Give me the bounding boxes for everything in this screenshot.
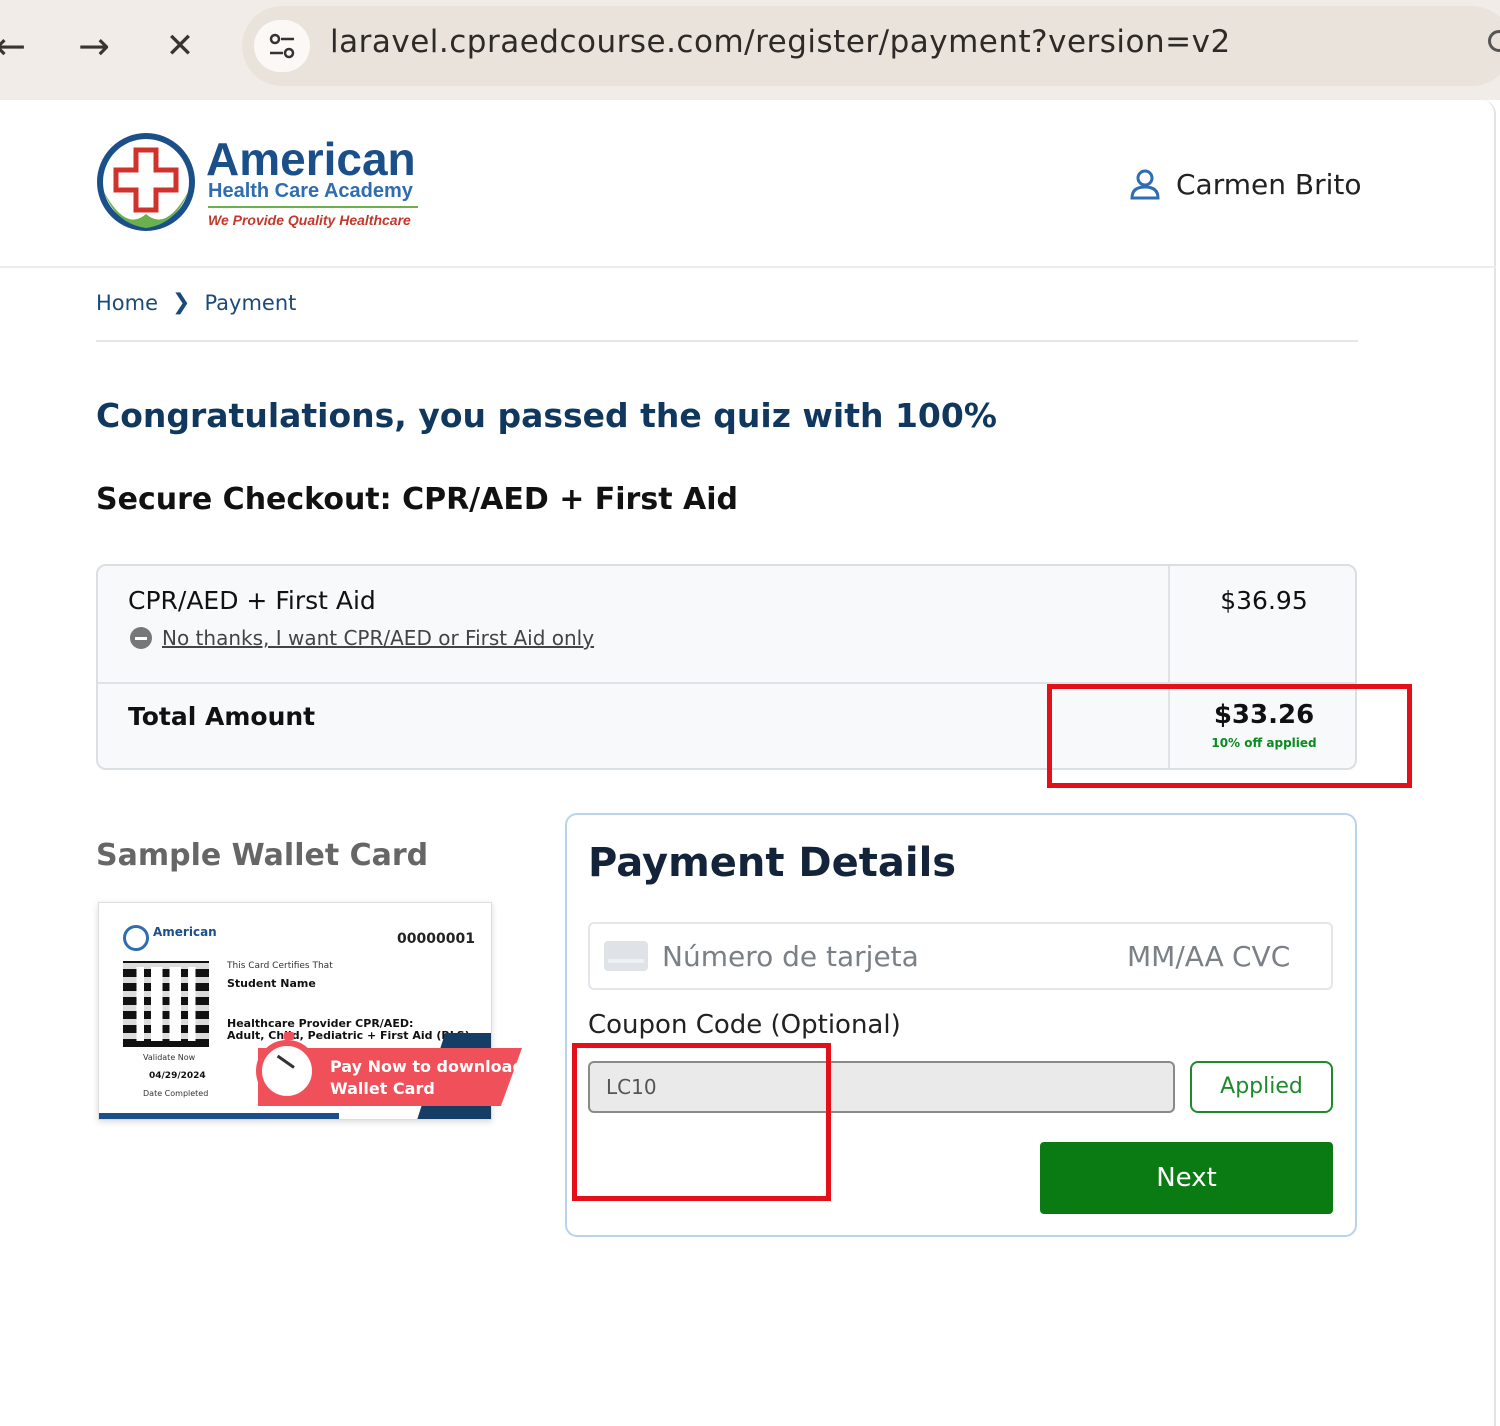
stopwatch-icon [256,1032,318,1102]
user-menu[interactable]: Carmen Brito [1128,164,1362,204]
chevron-right-icon: ❯ [172,290,191,315]
user-name: Carmen Brito [1176,167,1362,201]
annotation-box-total [1047,684,1412,788]
remove-addon-row[interactable]: No thanks, I want CPR/AED or First Aid o… [130,626,594,650]
next-button[interactable]: Next [1040,1142,1333,1214]
logo-divider [208,206,418,208]
annotation-box-coupon [572,1043,831,1201]
wallet-student-name: Student Name [227,977,316,990]
logo-tagline: We Provide Quality Healthcare [208,212,411,228]
breadcrumb-home[interactable]: Home [96,291,158,315]
wallet-certifies: This Card Certifies That [227,961,333,971]
item-name: CPR/AED + First Aid [128,586,376,615]
item-price: $36.95 [1220,586,1308,615]
coupon-label: Coupon Code (Optional) [588,1010,901,1040]
site-logo[interactable]: American Health Care Academy We Provide … [96,132,436,242]
card-expiry-placeholder[interactable]: MM/AA [1127,940,1224,973]
user-icon [1130,169,1160,200]
logo-title: American [206,133,416,185]
header-divider [0,266,1496,268]
wallet-date-label: Date Completed [143,1089,209,1098]
minus-circle-icon[interactable] [130,627,152,649]
wallet-logo-icon [123,925,149,951]
card-number-placeholder[interactable]: Número de tarjeta [662,940,919,973]
wallet-brand: American [153,925,217,939]
wallet-card-number: 00000001 [397,931,475,947]
back-arrow-icon[interactable]: ← [0,22,34,70]
remove-addon-link[interactable]: No thanks, I want CPR/AED or First Aid o… [162,626,594,650]
wallet-date: 04/29/2024 [149,1071,206,1081]
coupon-applied-button[interactable]: Applied [1190,1061,1333,1113]
wallet-course-detail: Adult, Child, Pediatric + First Aid (BLS… [227,1029,470,1042]
wallet-bottom-bar [99,1113,339,1119]
credit-card-icon [604,941,648,971]
logo-cross-icon [97,133,195,231]
breadcrumb-current: Payment [204,290,297,315]
card-cvc-placeholder[interactable]: CVC [1232,940,1290,973]
pay-now-line2: Wallet Card [330,1079,435,1098]
pay-now-line1: Pay Now to download [330,1057,524,1076]
breadcrumb-divider [96,340,1358,342]
breadcrumb: Home ❯ Payment [96,290,296,315]
pay-now-text[interactable]: Pay Now to download Wallet Card [330,1056,524,1100]
url-text[interactable]: laravel.cpraedcourse.com/register/paymen… [330,24,1231,60]
qr-code-pattern [123,961,209,1047]
total-label: Total Amount [128,702,316,731]
close-icon[interactable]: ✕ [156,22,204,70]
logo-subtitle: Health Care Academy [208,180,413,202]
congrats-heading: Congratulations, you passed the quiz wit… [96,396,997,435]
wallet-validate: Validate Now [143,1053,196,1062]
payment-details-title: Payment Details [588,840,957,886]
forward-arrow-icon[interactable]: → [70,22,118,70]
wallet-card-title: Sample Wallet Card [96,838,429,873]
site-info-icon[interactable] [254,20,310,72]
checkout-title: Secure Checkout: CPR/AED + First Aid [96,482,738,517]
